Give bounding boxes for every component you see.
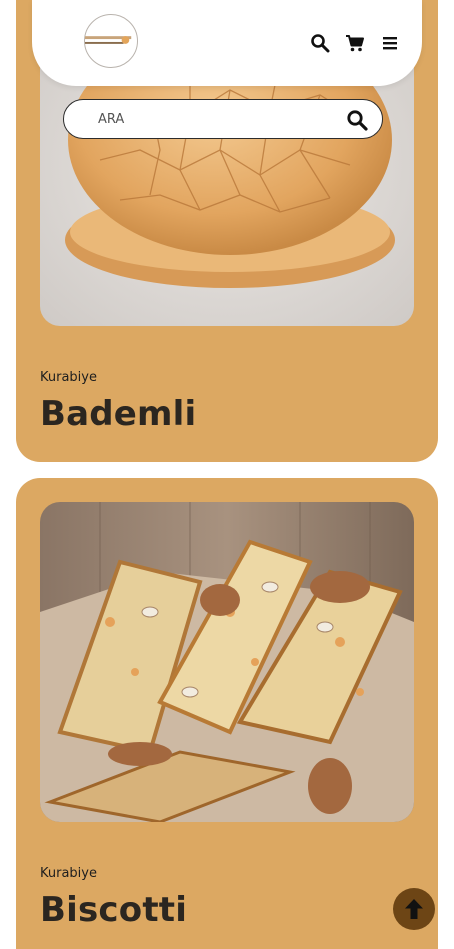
menu-icon[interactable]	[380, 32, 402, 54]
biscotti-image	[40, 502, 414, 822]
search-bar	[63, 99, 383, 139]
search-input[interactable]	[98, 108, 328, 130]
search-icon[interactable]	[346, 109, 368, 131]
site-logo[interactable]	[84, 14, 138, 68]
header	[32, 0, 422, 86]
product-category: Kurabiye	[40, 866, 97, 881]
product-category: Kurabiye	[40, 370, 97, 385]
page: Kurabiye Bademli Kurabiye Biscotti ARA	[0, 0, 454, 949]
product-image-biscotti[interactable]	[40, 502, 414, 822]
product-title[interactable]: Bademli	[40, 394, 196, 434]
cart-icon[interactable]	[344, 32, 366, 54]
arrow-up-icon	[405, 899, 423, 919]
scroll-to-top-button[interactable]	[393, 888, 435, 930]
search-icon[interactable]	[309, 32, 331, 54]
product-title[interactable]: Biscotti	[40, 890, 187, 930]
product-card[interactable]: Kurabiye Biscotti	[16, 478, 438, 949]
logo-mark	[85, 36, 132, 44]
